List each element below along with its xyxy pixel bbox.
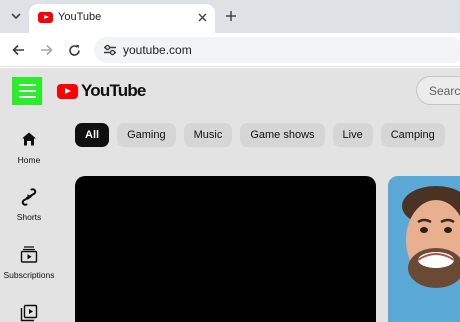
menu-line <box>18 84 36 86</box>
filter-chip-bar: All Gaming Music Game shows Live Camping <box>75 123 445 147</box>
chip-gaming[interactable]: Gaming <box>117 123 176 147</box>
plus-icon[interactable] <box>221 6 241 26</box>
reload-icon[interactable] <box>63 39 85 61</box>
address-bar[interactable]: youtube.com <box>94 37 460 63</box>
youtube-favicon <box>38 12 53 23</box>
library-icon <box>0 304 58 322</box>
sidebar-item-subscriptions[interactable]: Subscriptions <box>0 246 58 280</box>
sidebar-item-label: Shorts <box>16 212 42 222</box>
youtube-logo[interactable]: YouTube <box>57 81 146 101</box>
chip-live[interactable]: Live <box>332 123 373 147</box>
sidebar-item-label: Home <box>17 155 41 165</box>
sidebar-item-label: Subscriptions <box>3 270 55 280</box>
chip-camping[interactable]: Camping <box>380 123 445 147</box>
youtube-play-icon <box>57 83 78 99</box>
sidebar-item-shorts[interactable]: Shorts <box>0 188 58 222</box>
hamburger-menu-button[interactable] <box>12 77 42 105</box>
browser-tab-strip: YouTube <box>0 0 460 33</box>
subscriptions-icon <box>0 246 58 264</box>
search-placeholder: Search <box>429 84 460 98</box>
chip-game-shows[interactable]: Game shows <box>240 123 325 147</box>
menu-line <box>18 90 36 92</box>
browser-tab[interactable]: YouTube <box>29 4 215 33</box>
sidebar-item-home[interactable]: Home <box>0 131 58 165</box>
chevron-down-icon[interactable] <box>5 6 27 26</box>
sidebar-item-library[interactable] <box>0 304 58 322</box>
close-icon[interactable] <box>195 10 209 24</box>
chip-music[interactable]: Music <box>183 123 233 147</box>
menu-line <box>18 96 36 98</box>
logo-text: YouTube <box>81 81 146 100</box>
youtube-page: YouTube Search Home Shorts Subscriptions… <box>0 68 460 322</box>
video-thumbnail[interactable] <box>75 176 376 322</box>
browser-toolbar: youtube.com <box>0 33 460 67</box>
url-text: youtube.com <box>123 43 192 57</box>
video-thumbnail[interactable] <box>388 176 460 322</box>
arrow-left-icon[interactable] <box>7 39 29 61</box>
tab-title: YouTube <box>58 11 102 23</box>
chip-all[interactable]: All <box>75 123 110 147</box>
arrow-right-icon[interactable] <box>35 39 57 61</box>
home-icon <box>0 131 58 149</box>
tune-icon[interactable] <box>102 43 118 57</box>
shorts-icon <box>0 188 58 206</box>
person-thumbnail-image <box>388 176 460 322</box>
search-input[interactable]: Search <box>416 76 460 105</box>
